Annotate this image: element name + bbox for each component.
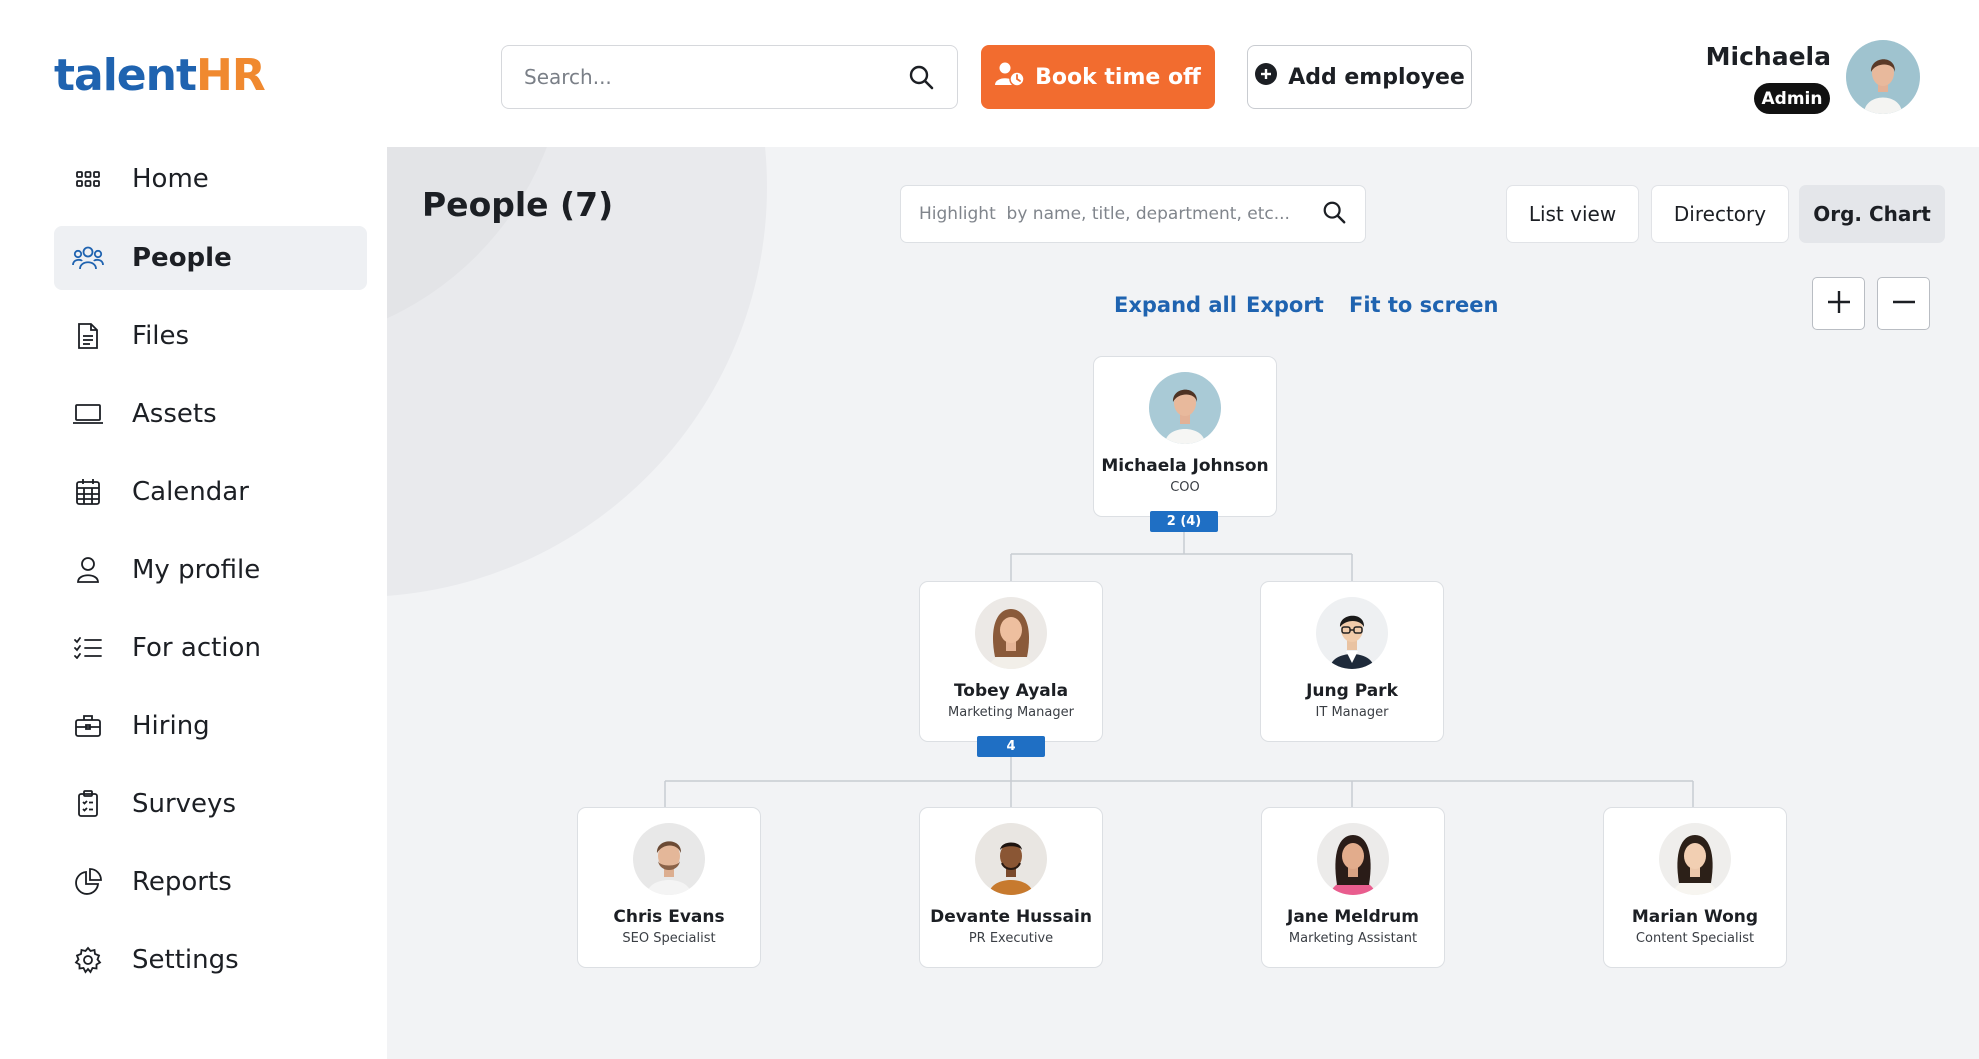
employee-name: Chris Evans xyxy=(613,907,725,927)
sidebar-item-label: Settings xyxy=(132,945,239,975)
employee-title: IT Manager xyxy=(1315,705,1389,720)
checklist-icon xyxy=(72,632,104,664)
laptop-icon xyxy=(72,398,104,430)
briefcase-icon xyxy=(72,710,104,742)
avatar xyxy=(1149,372,1221,444)
avatar xyxy=(975,597,1047,669)
sidebar-item-label: People xyxy=(132,243,232,273)
sidebar-item-surveys[interactable]: Surveys xyxy=(54,772,367,836)
org-card-tobey-ayala[interactable]: Tobey Ayala Marketing Manager xyxy=(919,581,1103,742)
org-card-chris-evans[interactable]: Chris Evans SEO Specialist xyxy=(577,807,761,968)
employee-name: Devante Hussain xyxy=(930,907,1092,927)
sidebar-item-label: Hiring xyxy=(132,711,210,741)
user-name[interactable]: Michaela xyxy=(1706,42,1831,71)
sidebar-item-calendar[interactable]: Calendar xyxy=(54,460,367,524)
employee-title: COO xyxy=(1170,480,1200,495)
people-icon xyxy=(72,242,104,274)
logo-text-hr: HR xyxy=(196,50,266,101)
employee-name: Michaela Johnson xyxy=(1101,456,1269,476)
sidebar: Home People Files Assets Calendar My pro… xyxy=(0,147,387,1059)
avatar xyxy=(1659,823,1731,895)
employee-name: Tobey Ayala xyxy=(953,681,1069,701)
sidebar-item-settings[interactable]: Settings xyxy=(54,928,367,992)
user-role-badge: Admin xyxy=(1754,83,1830,114)
employee-title: SEO Specialist xyxy=(622,931,716,946)
avatar xyxy=(975,823,1047,895)
sidebar-item-home[interactable]: Home xyxy=(54,147,367,211)
user-avatar[interactable] xyxy=(1846,40,1920,114)
file-icon xyxy=(72,320,104,352)
search-icon[interactable] xyxy=(907,63,935,91)
search-input[interactable] xyxy=(524,65,907,89)
org-card-jane-meldrum[interactable]: Jane Meldrum Marketing Assistant xyxy=(1261,807,1445,968)
pie-chart-icon xyxy=(72,866,104,898)
logo-text-talent: talent xyxy=(54,50,197,101)
sidebar-item-reports[interactable]: Reports xyxy=(54,850,367,914)
avatar xyxy=(1317,823,1389,895)
sidebar-item-people[interactable]: People xyxy=(54,226,367,290)
user-icon xyxy=(72,554,104,586)
avatar xyxy=(633,823,705,895)
global-search[interactable] xyxy=(501,45,958,109)
employee-title: Marketing Assistant xyxy=(1288,931,1418,946)
book-time-off-button[interactable]: Book time off xyxy=(981,45,1215,109)
reports-count-badge[interactable]: 4 xyxy=(977,736,1045,757)
sidebar-item-label: Reports xyxy=(132,867,232,897)
employee-title: Content Specialist xyxy=(1635,931,1755,946)
sidebar-item-label: My profile xyxy=(132,555,261,585)
employee-name: Marian Wong xyxy=(1631,907,1759,927)
sidebar-item-files[interactable]: Files xyxy=(54,304,367,368)
calendar-icon xyxy=(72,476,104,508)
main-content: People (7) List view Directory Org. Char… xyxy=(387,147,1979,1059)
app: talentHR Book time off Add employee Mich… xyxy=(0,0,1979,1059)
org-card-jung-park[interactable]: Jung Park IT Manager xyxy=(1260,581,1444,742)
add-employee-button[interactable]: Add employee xyxy=(1247,45,1472,109)
org-card-marian-wong[interactable]: Marian Wong Content Specialist xyxy=(1603,807,1787,968)
grid-icon xyxy=(72,163,104,195)
gear-icon xyxy=(72,944,104,976)
employee-name: Jung Park xyxy=(1306,681,1398,701)
employee-name: Jane Meldrum xyxy=(1287,907,1419,927)
sidebar-item-label: Home xyxy=(132,164,209,194)
sidebar-item-hiring[interactable]: Hiring xyxy=(54,694,367,758)
add-employee-label: Add employee xyxy=(1288,64,1465,90)
sidebar-item-label: For action xyxy=(132,633,261,663)
sidebar-item-my-profile[interactable]: My profile xyxy=(54,538,367,602)
sidebar-item-assets[interactable]: Assets xyxy=(54,382,367,446)
user-clock-icon xyxy=(995,61,1025,93)
sidebar-item-label: Calendar xyxy=(132,477,249,507)
sidebar-item-label: Files xyxy=(132,321,190,351)
book-time-off-label: Book time off xyxy=(1035,64,1201,90)
clipboard-icon xyxy=(72,788,104,820)
org-card-devante-hussain[interactable]: Devante Hussain PR Executive xyxy=(919,807,1103,968)
sidebar-item-label: Assets xyxy=(132,399,217,429)
avatar xyxy=(1316,597,1388,669)
sidebar-item-label: Surveys xyxy=(132,789,236,819)
sidebar-item-for-action[interactable]: For action xyxy=(54,616,367,680)
reports-count-badge[interactable]: 2 (4) xyxy=(1150,511,1218,532)
employee-title: PR Executive xyxy=(968,931,1054,946)
employee-title: Marketing Manager xyxy=(948,705,1074,720)
org-card-michaela-johnson[interactable]: Michaela Johnson COO xyxy=(1093,356,1277,517)
plus-circle-icon xyxy=(1254,62,1278,92)
talenthr-logo[interactable]: talentHR xyxy=(54,50,266,101)
